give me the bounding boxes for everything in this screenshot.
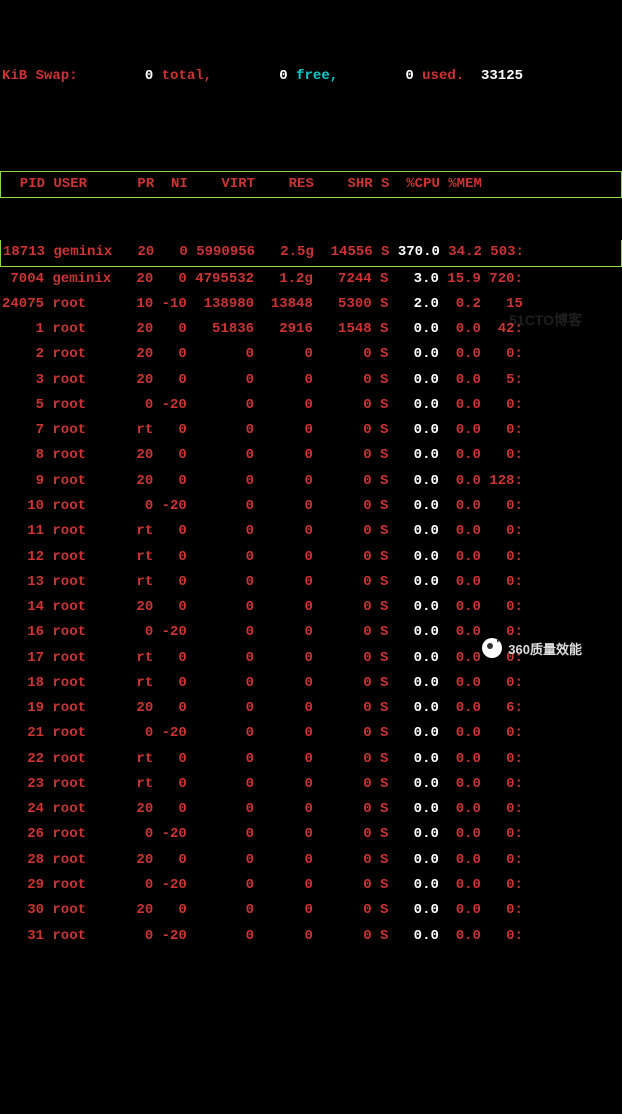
swap-label: KiB Swap: xyxy=(2,68,78,84)
table-row[interactable]: 21 root 0 -20 0 0 0 S 0.0 0.0 0: xyxy=(0,721,622,746)
table-row[interactable]: 7004 geminix 20 0 4795532 1.2g 7244 S 3.… xyxy=(0,267,622,292)
table-row[interactable]: 24075 root 10 -10 138980 13848 5300 S 2.… xyxy=(0,292,622,317)
table-row[interactable]: 12 root rt 0 0 0 0 S 0.0 0.0 0: xyxy=(0,545,622,570)
table-row[interactable]: 5 root 0 -20 0 0 0 S 0.0 0.0 0: xyxy=(0,393,622,418)
table-row[interactable]: 22 root rt 0 0 0 0 S 0.0 0.0 0: xyxy=(0,747,622,772)
table-row[interactable]: 24 root 20 0 0 0 0 S 0.0 0.0 0: xyxy=(0,797,622,822)
table-row[interactable]: 18713 geminix 20 0 5990956 2.5g 14556 S … xyxy=(0,240,622,266)
swap-memory-line: KiB Swap: 0 total, 0 free, 0 used. 33125 xyxy=(0,64,622,88)
table-row[interactable]: 2 root 20 0 0 0 0 S 0.0 0.0 0: xyxy=(0,342,622,367)
table-row[interactable]: 23 root rt 0 0 0 0 S 0.0 0.0 0: xyxy=(0,772,622,797)
table-row[interactable]: 7 root rt 0 0 0 0 S 0.0 0.0 0: xyxy=(0,418,622,443)
table-row[interactable]: 16 root 0 -20 0 0 0 S 0.0 0.0 0: xyxy=(0,620,622,645)
table-row[interactable]: 17 root rt 0 0 0 0 S 0.0 0.0 0: xyxy=(0,646,622,671)
table-row[interactable]: 29 root 0 -20 0 0 0 S 0.0 0.0 0: xyxy=(0,873,622,898)
swap-used-label: used. xyxy=(422,68,464,84)
swap-total-label: total, xyxy=(162,68,212,84)
table-row[interactable]: 3 root 20 0 0 0 0 S 0.0 0.0 5: xyxy=(0,368,622,393)
swap-used-value: 0 xyxy=(405,68,413,84)
table-row[interactable]: 8 root 20 0 0 0 0 S 0.0 0.0 0: xyxy=(0,443,622,468)
table-row[interactable]: 28 root 20 0 0 0 0 S 0.0 0.0 0: xyxy=(0,848,622,873)
table-header-row: PID USER PR NI VIRT RES SHR S %CPU %MEM xyxy=(0,171,622,198)
table-row[interactable]: 19 root 20 0 0 0 0 S 0.0 0.0 6: xyxy=(0,696,622,721)
swap-free-label: free, xyxy=(296,68,338,84)
table-row[interactable]: 11 root rt 0 0 0 0 S 0.0 0.0 0: xyxy=(0,519,622,544)
table-row[interactable]: 14 root 20 0 0 0 0 S 0.0 0.0 0: xyxy=(0,595,622,620)
table-row[interactable]: 18 root rt 0 0 0 0 S 0.0 0.0 0: xyxy=(0,671,622,696)
table-row[interactable]: 1 root 20 0 51836 2916 1548 S 0.0 0.0 42… xyxy=(0,317,622,342)
table-row[interactable]: 13 root rt 0 0 0 0 S 0.0 0.0 0: xyxy=(0,570,622,595)
table-row[interactable]: 26 root 0 -20 0 0 0 S 0.0 0.0 0: xyxy=(0,822,622,847)
swap-total-value: 0 xyxy=(145,68,153,84)
table-row[interactable]: 9 root 20 0 0 0 0 S 0.0 0.0 128: xyxy=(0,469,622,494)
table-row[interactable]: 10 root 0 -20 0 0 0 S 0.0 0.0 0: xyxy=(0,494,622,519)
swap-free-value: 0 xyxy=(279,68,287,84)
process-table: PID USER PR NI VIRT RES SHR S %CPU %MEM … xyxy=(0,120,622,970)
table-row[interactable]: 31 root 0 -20 0 0 0 S 0.0 0.0 0: xyxy=(0,924,622,949)
swap-avail-value: 33125 xyxy=(481,68,523,84)
table-row[interactable]: 30 root 20 0 0 0 0 S 0.0 0.0 0: xyxy=(0,898,622,923)
